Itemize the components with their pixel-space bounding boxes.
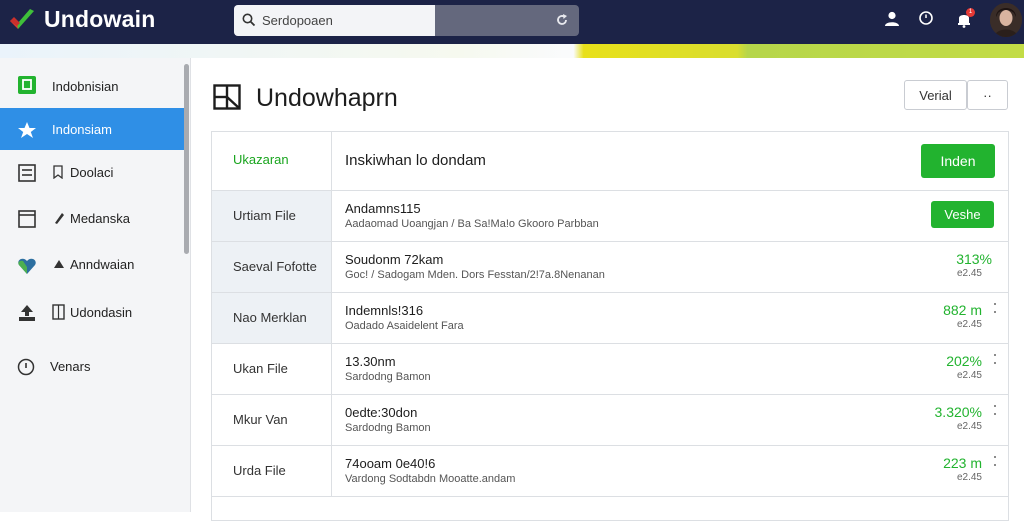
row-value: 223 m (943, 455, 982, 471)
logo-icon[interactable] (8, 7, 36, 33)
heart-icon (18, 258, 36, 274)
row-label-cell[interactable]: Mkur Van (212, 395, 332, 446)
row-subvalue: e2.45 (956, 370, 982, 381)
user-icon[interactable] (883, 10, 901, 28)
row-label: Urda File (233, 463, 286, 478)
refresh-icon[interactable] (555, 13, 569, 27)
row-title: 13.30nm (345, 354, 396, 369)
row-value: 3.320% (934, 404, 982, 420)
star-icon (18, 122, 36, 138)
page-title: Undowhaprn (256, 84, 398, 112)
row-value: 202% (946, 353, 982, 369)
sidebar-item-label: Udondasin (70, 305, 133, 320)
brand-name[interactable]: Undowain (44, 6, 155, 33)
row-menu-icon[interactable] (994, 303, 998, 319)
row-label-cell[interactable]: Nao Merklan (212, 293, 332, 344)
notification-badge: 1 (966, 8, 975, 17)
sidebar-item-label: Doolaci (70, 165, 114, 180)
top-bar: Undowain 1 (0, 0, 1024, 44)
table-row[interactable]: 13.30nm Sardodng Bamon 202% e2.45 (332, 344, 1008, 395)
row-subvalue: e2.45 (956, 319, 982, 330)
row-label-cell[interactable]: Urtiam File (212, 191, 332, 242)
row-label: Urtiam File (233, 208, 296, 223)
layout-icon (213, 84, 241, 110)
row-subtitle: Sardodng Bamon (345, 371, 431, 383)
row-label: Nao Merklan (233, 310, 307, 325)
row-label: Saeval Fofotte (233, 259, 317, 274)
square-icon (18, 76, 36, 94)
row-label: Mkur Van (233, 412, 288, 427)
sidebar-item-udondasin[interactable]: Udondasin (0, 292, 184, 334)
sidebar-item-label: Indobnisian (52, 79, 119, 94)
sidebar-item-label: Venars (50, 359, 91, 374)
row-title: Indemnls!316 (345, 303, 424, 318)
sidebar-item-indobnisian[interactable]: Indobnisian (0, 62, 184, 104)
sidebar-item-label: Anndwaian (70, 257, 135, 272)
row-subtitle: Aadaomad Uoangjan / Ba Sa!Ma!o Gkooro Pa… (345, 218, 599, 230)
table-row[interactable]: Indemnls!316 Oadado Asaidelent Fara 882 … (332, 293, 1008, 344)
row-subvalue: e2.45 (956, 472, 982, 483)
row-subvalue: e2.45 (956, 268, 982, 279)
table-row[interactable]: Andamns115 Aadaomad Uoangjan / Ba Sa!Ma!… (332, 191, 1008, 242)
panel-right-header: Inskiwhan lo dondam (332, 132, 1008, 191)
sidebar: Indobnisian Indonsiam Doolaci Medanska A… (0, 58, 190, 512)
row-title: 0edte:30don (345, 405, 418, 420)
more-button[interactable]: ·· (967, 80, 1008, 110)
row-label: Ukan File (233, 361, 288, 376)
sidebar-item-medanska[interactable]: Medanska (0, 198, 184, 240)
row-menu-icon[interactable] (994, 405, 998, 421)
row-title: 74ooam 0e40!6 (345, 456, 436, 471)
sidebar-item-indonsiam[interactable]: Indonsiam (0, 108, 184, 150)
row-menu-icon[interactable] (994, 456, 998, 472)
sidebar-item-doolaci[interactable]: Doolaci (0, 152, 184, 194)
search-input[interactable] (262, 9, 432, 31)
upload-icon (19, 305, 35, 321)
list-icon (18, 164, 36, 182)
sidebar-item-anndwaian[interactable]: Anndwaian (0, 244, 184, 286)
accent-stripe (0, 44, 1024, 58)
row-label-cell[interactable]: Saeval Fofotte (212, 242, 332, 293)
row-menu-icon[interactable] (994, 354, 998, 370)
row-subtitle: Goc! / Sadogam Mden. Dors Fesstan/2!7a.8… (345, 269, 605, 281)
grid-icon (52, 304, 65, 320)
row-title: Andamns115 (345, 201, 421, 216)
row-title: Soudonm 72kam (345, 252, 444, 267)
row-label-cell[interactable]: Urda File (212, 446, 332, 497)
panel-title: Inskiwhan lo dondam (345, 152, 486, 169)
search-bar (234, 5, 579, 36)
view-button[interactable]: Verial (904, 80, 967, 110)
panel-left-header: Ukazaran (212, 132, 332, 191)
panel-left-header-label: Ukazaran (233, 152, 289, 167)
clock-icon[interactable] (918, 10, 934, 26)
table-row[interactable]: 74ooam 0e40!6 Vardong Sodtabdn Mooatte.a… (332, 446, 1008, 497)
sidebar-item-label: Indonsiam (52, 122, 112, 137)
sidebar-scrollbar[interactable] (184, 64, 189, 254)
sidebar-item-label: Medanska (70, 211, 130, 226)
content-panel: Ukazaran Inskiwhan lo dondam Urtiam File… (211, 131, 1009, 521)
row-label-cell[interactable]: Ukan File (212, 344, 332, 395)
sidebar-item-venars[interactable]: Venars (0, 345, 184, 387)
row-value: 882 m (943, 302, 982, 318)
row-subtitle: Oadado Asaidelent Fara (345, 320, 464, 332)
tag-icon (53, 165, 63, 179)
primary-action-button[interactable]: Inden (921, 144, 995, 178)
info-icon (17, 358, 35, 376)
search-icon (242, 13, 256, 27)
table-row[interactable]: 0edte:30don Sardodng Bamon 3.320% e2.45 (332, 395, 1008, 446)
row-subvalue: e2.45 (956, 421, 982, 432)
row-subtitle: Sardodng Bamon (345, 422, 431, 434)
window-icon (18, 210, 36, 228)
row-value: 313% (956, 251, 992, 267)
table-row[interactable]: Soudonm 72kam Goc! / Sadogam Mden. Dors … (332, 242, 1008, 293)
chevron-up-icon (54, 260, 64, 268)
row-action-button[interactable]: Veshe (931, 201, 994, 228)
avatar-image (990, 3, 1022, 37)
row-subtitle: Vardong Sodtabdn Mooatte.andam (345, 473, 516, 485)
avatar[interactable] (990, 3, 1022, 37)
pen-icon (55, 213, 64, 224)
